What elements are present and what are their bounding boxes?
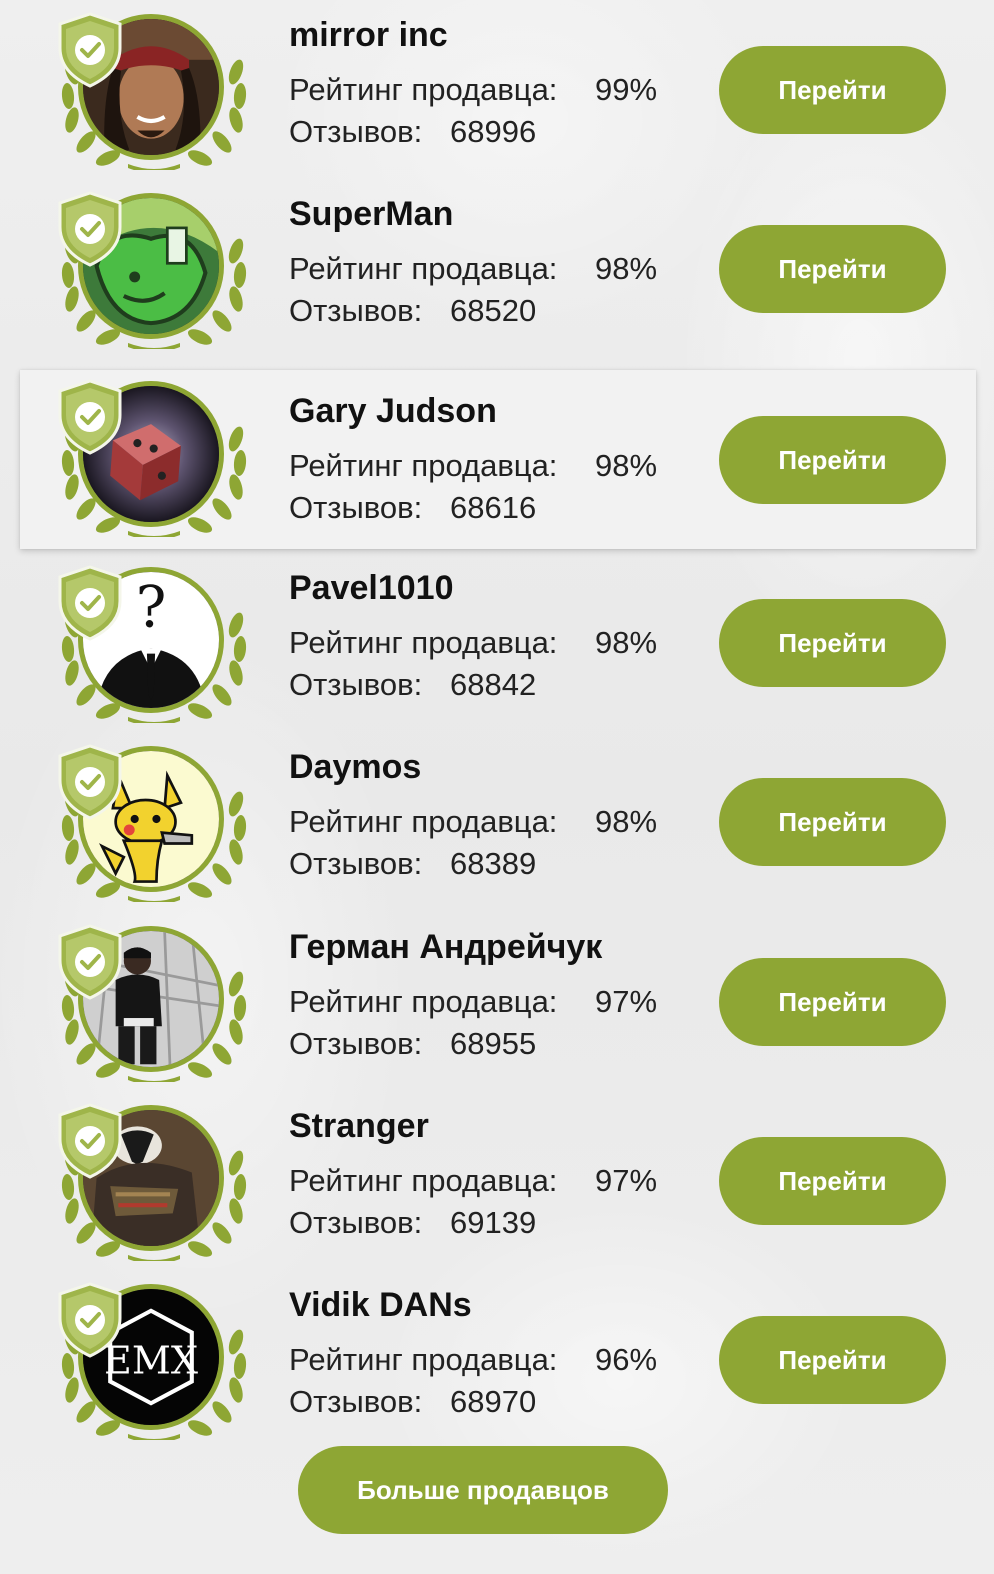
- verified-shield-icon: [58, 379, 122, 455]
- reviews-label: Отзывов:: [289, 1205, 423, 1240]
- seller-row-1: mirror inc Рейтинг продавца: 99% Отзывов…: [20, 0, 976, 179]
- seller-name[interactable]: Герман Андрейчук: [289, 928, 602, 967]
- rating-value: 98%: [595, 448, 658, 483]
- rating-label: Рейтинг продавца:: [289, 984, 558, 1019]
- rating-label: Рейтинг продавца:: [289, 804, 558, 839]
- go-button[interactable]: Перейти: [719, 958, 946, 1046]
- more-sellers-button[interactable]: Больше продавцов: [298, 1446, 668, 1534]
- seller-badge: [56, 924, 252, 1082]
- go-button[interactable]: Перейти: [719, 1137, 946, 1225]
- reviews-value: 68389: [450, 846, 537, 881]
- verified-shield-icon: [58, 744, 122, 820]
- reviews-label: Отзывов:: [289, 490, 423, 525]
- go-button[interactable]: Перейти: [719, 1316, 946, 1404]
- seller-name[interactable]: mirror inc: [289, 16, 448, 55]
- seller-badge: [56, 744, 252, 902]
- verified-shield-icon: [58, 12, 122, 88]
- verified-shield-icon: [58, 1282, 122, 1358]
- reviews-value: 68616: [450, 490, 537, 525]
- reviews-label: Отзывов:: [289, 1026, 423, 1061]
- rating-label: Рейтинг продавца:: [289, 1163, 558, 1198]
- go-button[interactable]: Перейти: [719, 778, 946, 866]
- rating-value: 98%: [595, 625, 658, 660]
- seller-row-7: Stranger Рейтинг продавца: 97% Отзывов: …: [20, 1091, 976, 1270]
- svg-text:?: ?: [136, 574, 167, 640]
- seller-name[interactable]: Daymos: [289, 748, 421, 787]
- seller-row-6: Герман Андрейчук Рейтинг продавца: 97% О…: [20, 912, 976, 1091]
- go-button[interactable]: Перейти: [719, 416, 946, 504]
- reviews-value: 69139: [450, 1205, 537, 1240]
- seller-row-8: EMX Vidik DANs Рейтинг продавца: 96% Отз…: [20, 1270, 976, 1449]
- seller-row-5: Daymos Рейтинг продавца: 98% Отзывов: 68…: [20, 732, 976, 911]
- rating-value: 99%: [595, 72, 658, 107]
- rating-value: 98%: [595, 251, 658, 286]
- reviews-label: Отзывов:: [289, 293, 423, 328]
- go-button[interactable]: Перейти: [719, 599, 946, 687]
- seller-name[interactable]: Gary Judson: [289, 392, 497, 431]
- reviews-value: 68955: [450, 1026, 537, 1061]
- reviews-value: 68996: [450, 114, 537, 149]
- reviews-value: 68520: [450, 293, 537, 328]
- reviews-label: Отзывов:: [289, 846, 423, 881]
- rating-label: Рейтинг продавца:: [289, 251, 558, 286]
- seller-badge: [56, 12, 252, 170]
- seller-badge: [56, 1103, 252, 1261]
- reviews-value: 68842: [450, 667, 537, 702]
- seller-name[interactable]: Vidik DANs: [289, 1286, 472, 1325]
- verified-shield-icon: [58, 924, 122, 1000]
- rating-value: 97%: [595, 984, 658, 1019]
- seller-name[interactable]: Pavel1010: [289, 569, 454, 608]
- rating-value: 96%: [595, 1342, 658, 1377]
- rating-label: Рейтинг продавца:: [289, 72, 558, 107]
- seller-badge: [56, 379, 252, 537]
- rating-label: Рейтинг продавца:: [289, 448, 558, 483]
- rating-label: Рейтинг продавца:: [289, 625, 558, 660]
- reviews-label: Отзывов:: [289, 667, 423, 702]
- seller-badge: [56, 191, 252, 349]
- seller-badge: EMX: [56, 1282, 252, 1440]
- reviews-label: Отзывов:: [289, 1384, 423, 1419]
- rating-value: 98%: [595, 804, 658, 839]
- seller-badge: ?: [56, 565, 252, 723]
- verified-shield-icon: [58, 565, 122, 641]
- seller-name[interactable]: Stranger: [289, 1107, 429, 1146]
- rating-value: 97%: [595, 1163, 658, 1198]
- go-button[interactable]: Перейти: [719, 225, 946, 313]
- seller-name[interactable]: SuperMan: [289, 195, 453, 234]
- go-button[interactable]: Перейти: [719, 46, 946, 134]
- verified-shield-icon: [58, 1103, 122, 1179]
- reviews-label: Отзывов:: [289, 114, 423, 149]
- verified-shield-icon: [58, 191, 122, 267]
- seller-row-2: SuperMan Рейтинг продавца: 98% Отзывов: …: [20, 179, 976, 358]
- seller-row-4: ? Pavel1010 Рейтинг продавца: 98% Отзыво…: [20, 553, 976, 732]
- reviews-value: 68970: [450, 1384, 537, 1419]
- rating-label: Рейтинг продавца:: [289, 1342, 558, 1377]
- seller-row-3: Gary Judson Рейтинг продавца: 98% Отзыво…: [20, 370, 976, 549]
